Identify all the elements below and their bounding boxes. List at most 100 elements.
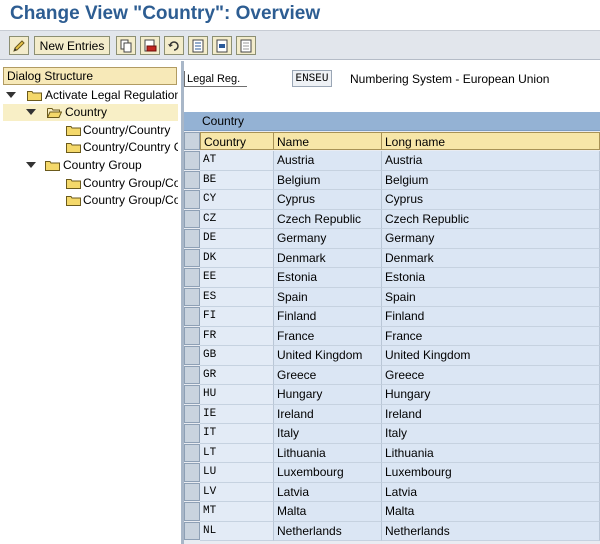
table-row[interactable]: DK Denmark Denmark — [184, 248, 600, 268]
cell-name[interactable]: Spain — [274, 287, 382, 307]
cell-long-name[interactable]: Malta — [382, 502, 600, 522]
cell-long-name[interactable]: France — [382, 326, 600, 346]
table-row[interactable]: GB United Kingdom United Kingdom — [184, 346, 600, 366]
cell-name[interactable]: Latvia — [274, 482, 382, 502]
table-row[interactable]: LV Latvia Latvia — [184, 482, 600, 502]
row-selector[interactable] — [184, 307, 200, 326]
column-header-name[interactable]: Name — [273, 132, 382, 150]
deselect-all-button[interactable] — [236, 36, 256, 55]
cell-name[interactable]: Lithuania — [274, 443, 382, 463]
row-selector[interactable] — [184, 463, 200, 482]
row-selector[interactable] — [184, 229, 200, 248]
table-row[interactable]: IE Ireland Ireland — [184, 404, 600, 424]
edit-button[interactable] — [9, 36, 29, 55]
cell-long-name[interactable]: Denmark — [382, 248, 600, 268]
cell-country[interactable]: BE — [200, 170, 274, 190]
cell-country[interactable]: DE — [200, 229, 274, 249]
cell-long-name[interactable]: Austria — [382, 151, 600, 171]
select-all-button[interactable] — [188, 36, 208, 55]
delete-button[interactable] — [140, 36, 160, 55]
tree-item-activate-legal-regulation[interactable]: Activate Legal Regulation — [3, 87, 178, 104]
expand-triangle-icon[interactable] — [6, 92, 16, 98]
row-selector[interactable] — [184, 248, 200, 267]
cell-country[interactable]: LU — [200, 463, 274, 483]
row-selector[interactable] — [184, 326, 200, 345]
cell-long-name[interactable]: Lithuania — [382, 443, 600, 463]
cell-country[interactable]: NL — [200, 521, 274, 541]
cell-name[interactable]: Greece — [274, 365, 382, 385]
cell-country[interactable]: CZ — [200, 209, 274, 229]
cell-country[interactable]: EE — [200, 268, 274, 288]
tree-item-country-group-country-group[interactable]: Country Group/Country Group — [3, 192, 178, 209]
row-selector[interactable] — [184, 268, 200, 287]
cell-name[interactable]: United Kingdom — [274, 346, 382, 366]
row-selector[interactable] — [184, 365, 200, 384]
row-selector[interactable] — [184, 385, 200, 404]
cell-name[interactable]: Czech Republic — [274, 209, 382, 229]
table-row[interactable]: AT Austria Austria — [184, 151, 600, 171]
cell-country[interactable]: FI — [200, 307, 274, 327]
column-header-long-name[interactable]: Long name — [381, 132, 600, 150]
row-selector[interactable] — [184, 287, 200, 306]
cell-country[interactable]: FR — [200, 326, 274, 346]
cell-name[interactable]: Belgium — [274, 170, 382, 190]
cell-name[interactable]: Ireland — [274, 404, 382, 424]
tree-item-country-country[interactable]: Country/Country — [3, 122, 178, 139]
table-row[interactable]: DE Germany Germany — [184, 229, 600, 249]
cell-long-name[interactable]: Ireland — [382, 404, 600, 424]
table-row[interactable]: FR France France — [184, 326, 600, 346]
cell-long-name[interactable]: Greece — [382, 365, 600, 385]
cell-country[interactable]: GR — [200, 365, 274, 385]
cell-name[interactable]: France — [274, 326, 382, 346]
tree-item-country-group[interactable]: Country Group — [3, 157, 178, 174]
cell-country[interactable]: LV — [200, 482, 274, 502]
cell-long-name[interactable]: Czech Republic — [382, 209, 600, 229]
table-row[interactable]: LT Lithuania Lithuania — [184, 443, 600, 463]
cell-long-name[interactable]: United Kingdom — [382, 346, 600, 366]
cell-long-name[interactable]: Hungary — [382, 385, 600, 405]
table-row[interactable]: EE Estonia Estonia — [184, 268, 600, 288]
table-row[interactable]: ES Spain Spain — [184, 287, 600, 307]
table-row[interactable]: CY Cyprus Cyprus — [184, 190, 600, 210]
cell-name[interactable]: Netherlands — [274, 521, 382, 541]
cell-long-name[interactable]: Belgium — [382, 170, 600, 190]
cell-long-name[interactable]: Netherlands — [382, 521, 600, 541]
cell-name[interactable]: Malta — [274, 502, 382, 522]
cell-country[interactable]: AT — [200, 151, 274, 171]
row-selector[interactable] — [184, 209, 200, 228]
cell-name[interactable]: Cyprus — [274, 190, 382, 210]
table-row[interactable]: MT Malta Malta — [184, 502, 600, 522]
cell-long-name[interactable]: Latvia — [382, 482, 600, 502]
cell-name[interactable]: Denmark — [274, 248, 382, 268]
cell-name[interactable]: Finland — [274, 307, 382, 327]
select-all-rows-button[interactable] — [184, 132, 200, 150]
table-row[interactable]: IT Italy Italy — [184, 424, 600, 444]
cell-long-name[interactable]: Spain — [382, 287, 600, 307]
select-block-button[interactable] — [212, 36, 232, 55]
cell-country[interactable]: GB — [200, 346, 274, 366]
new-entries-button[interactable]: New Entries — [34, 36, 110, 55]
tree-item-country-country-group[interactable]: Country/Country Group — [3, 139, 178, 156]
table-row[interactable]: CZ Czech Republic Czech Republic — [184, 209, 600, 229]
copy-button[interactable] — [116, 36, 136, 55]
cell-name[interactable]: Austria — [274, 151, 382, 171]
cell-country[interactable]: CY — [200, 190, 274, 210]
row-selector[interactable] — [184, 404, 200, 423]
row-selector[interactable] — [184, 502, 200, 521]
cell-long-name[interactable]: Cyprus — [382, 190, 600, 210]
cell-country[interactable]: HU — [200, 385, 274, 405]
row-selector[interactable] — [184, 424, 200, 443]
expand-triangle-icon[interactable] — [26, 162, 36, 168]
expand-triangle-icon[interactable] — [26, 109, 36, 115]
tree-item-country-group-country[interactable]: Country Group/Country — [3, 175, 178, 192]
row-selector[interactable] — [184, 443, 200, 462]
cell-country[interactable]: DK — [200, 248, 274, 268]
row-selector[interactable] — [184, 482, 200, 501]
cell-long-name[interactable]: Germany — [382, 229, 600, 249]
cell-long-name[interactable]: Finland — [382, 307, 600, 327]
row-selector[interactable] — [184, 170, 200, 189]
row-selector[interactable] — [184, 190, 200, 209]
column-header-country[interactable]: Country — [200, 132, 274, 150]
cell-long-name[interactable]: Luxembourg — [382, 463, 600, 483]
row-selector[interactable] — [184, 151, 200, 170]
